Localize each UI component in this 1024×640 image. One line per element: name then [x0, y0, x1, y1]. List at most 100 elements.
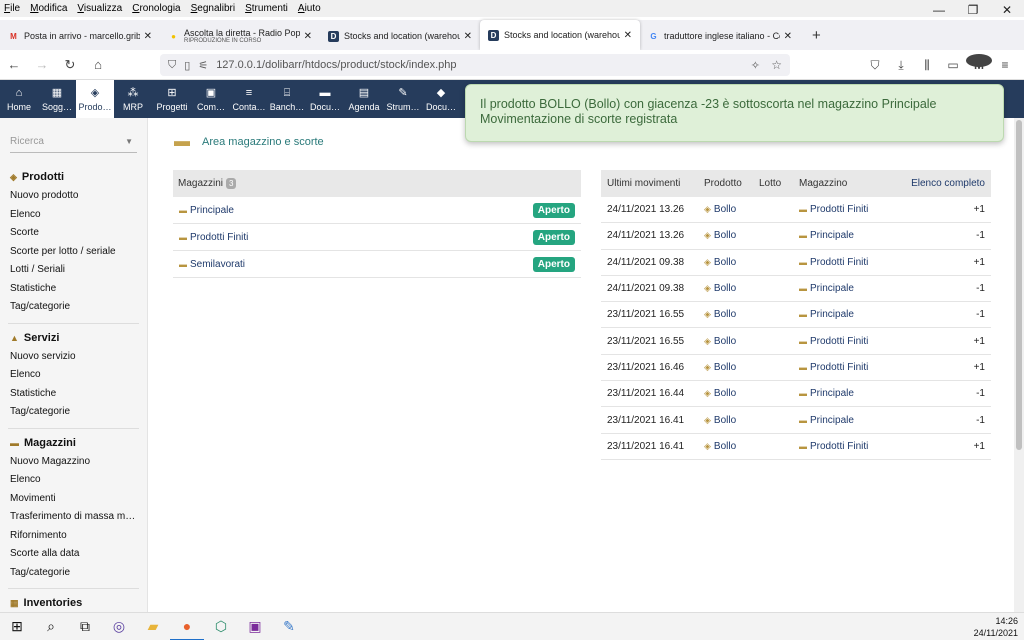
product-link[interactable]: ◈ Bollo	[704, 230, 759, 241]
browser-tab[interactable]: D Stocks and location (warehouse ✕	[320, 22, 480, 50]
new-tab-icon[interactable]: +	[812, 27, 821, 44]
warehouse-link[interactable]: ▬ Prodotti Finiti	[799, 257, 899, 268]
product-link[interactable]: ◈ Bollo	[704, 283, 759, 294]
sidebar-section-inventories[interactable]: ▦ Inventories	[0, 589, 147, 612]
sidebar-item[interactable]: Tag/categorie	[0, 564, 147, 583]
app-icon[interactable]: ◎	[102, 613, 136, 640]
warehouse-link[interactable]: ▬ Prodotti Finiti	[179, 232, 248, 243]
windows-start-icon[interactable]: ⊞	[0, 613, 34, 640]
sidebar-item[interactable]: Nuovo servizio	[0, 348, 147, 367]
product-link[interactable]: ◈ Bollo	[704, 204, 759, 215]
search-icon[interactable]: ⌕	[34, 613, 68, 640]
product-link[interactable]: ◈ Bollo	[704, 441, 759, 452]
task-view-icon[interactable]: ⧉	[68, 613, 102, 640]
warehouse-link[interactable]: ▬ Principale	[179, 205, 234, 216]
sidebar-item[interactable]: Movimenti	[0, 490, 147, 509]
sidebar-item[interactable]: Statistiche	[0, 280, 147, 299]
close-tab-icon[interactable]: ✕	[624, 30, 632, 41]
app-cube-icon[interactable]: ⬡	[204, 613, 238, 640]
sidebar-item[interactable]: Tag/categorie	[0, 403, 147, 422]
warehouse-link[interactable]: ▬ Prodotti Finiti	[799, 336, 899, 347]
menu-visualizza[interactable]: Visualizza	[77, 3, 122, 14]
download-icon[interactable]: ⤓	[888, 54, 914, 76]
menu-aiuto[interactable]: Aiuto	[298, 3, 321, 14]
minimize-icon[interactable]: —	[922, 0, 956, 20]
warehouse-link[interactable]: ▬ Principale	[799, 388, 899, 399]
warehouse-link[interactable]: ▬ Prodotti Finiti	[799, 441, 899, 452]
menu-file[interactable]: File	[4, 3, 20, 14]
browser-tab[interactable]: M Posta in arrivo - marcello.gribau ✕	[0, 22, 160, 50]
close-tab-icon[interactable]: ✕	[784, 31, 792, 42]
forward-icon[interactable]: →	[28, 57, 56, 72]
sidebar-toggle-icon[interactable]: ▭	[940, 54, 966, 76]
library-icon[interactable]: ⫼	[914, 54, 940, 76]
close-window-icon[interactable]: ✕	[990, 0, 1024, 20]
file-explorer-icon[interactable]: ▰	[136, 613, 170, 640]
warehouse-link[interactable]: ▬ Semilavorati	[179, 259, 245, 270]
topmenu-wrench[interactable]: ✎ Strum…	[384, 80, 422, 118]
warehouse-link[interactable]: ▬ Prodotti Finiti	[799, 204, 899, 215]
hamburger-menu-icon[interactable]: ≡	[992, 54, 1018, 76]
save-app-icon[interactable]: ▣	[238, 613, 272, 640]
sidebar-section-servizi[interactable]: ▲ Servizi	[0, 324, 147, 348]
restore-icon[interactable]: ❐	[956, 0, 990, 20]
sidebar-item[interactable]: Elenco	[0, 366, 147, 385]
sidebar-item[interactable]: Lotti / Seriali	[0, 261, 147, 280]
menu-strumenti[interactable]: Strumenti	[245, 3, 288, 14]
product-link[interactable]: ◈ Bollo	[704, 415, 759, 426]
sidebar-item[interactable]: Tag/categorie	[0, 298, 147, 317]
pocket-icon[interactable]: ⛉	[862, 54, 888, 76]
topmenu-sitemap[interactable]: ⊞ Progetti	[152, 80, 192, 118]
product-link[interactable]: ◈ Bollo	[704, 257, 759, 268]
browser-tab[interactable]: Gtraduttore inglese italiano - Cerc ✕	[640, 22, 800, 50]
bookmark-star-icon[interactable]: ☆	[771, 58, 782, 72]
firefox-icon[interactable]: ●	[170, 613, 204, 640]
scrollbar-thumb[interactable]	[1016, 120, 1022, 450]
full-list-link[interactable]: Elenco completo	[899, 178, 991, 189]
topmenu-coins[interactable]: ≡ Conta…	[230, 80, 268, 118]
warehouse-link[interactable]: ▬ Prodotti Finiti	[799, 362, 899, 373]
product-link[interactable]: ◈ Bollo	[704, 362, 759, 373]
close-tab-icon[interactable]: ✕	[144, 31, 152, 42]
close-tab-icon[interactable]: ✕	[304, 31, 312, 42]
topmenu-folder[interactable]: ▬ Docu…	[306, 80, 344, 118]
topmenu-calendar[interactable]: ▤ Agenda	[344, 80, 384, 118]
sidebar-item[interactable]: Trasferimento di massa m…	[0, 508, 147, 527]
sidebar-section-magazzini[interactable]: ▬ Magazzini	[0, 429, 147, 453]
menu-segnalibri[interactable]: Segnalibri	[191, 3, 235, 14]
warehouse-link[interactable]: ▬ Principale	[799, 283, 899, 294]
topmenu-building[interactable]: ▦ Sogg…	[38, 80, 76, 118]
sidebar-item[interactable]: Statistiche	[0, 385, 147, 404]
url-text[interactable]: 127.0.0.1/dolibarr/htdocs/product/stock/…	[216, 59, 456, 71]
warehouse-link[interactable]: ▬ Principale	[799, 415, 899, 426]
sidebar-item[interactable]: Nuovo prodotto	[0, 187, 147, 206]
product-link[interactable]: ◈ Bollo	[704, 336, 759, 347]
browser-tab[interactable]: D Stocks and location (warehouse ✕	[480, 20, 640, 50]
topmenu-cubes[interactable]: ⁂ MRP	[114, 80, 152, 118]
home-icon[interactable]: ⌂	[84, 57, 112, 72]
vertical-scrollbar[interactable]	[1014, 118, 1024, 612]
sidebar-item[interactable]: Scorte alla data	[0, 545, 147, 564]
sidebar-item[interactable]: Rifornimento	[0, 527, 147, 546]
warehouse-link[interactable]: ▬ Principale	[799, 309, 899, 320]
sidebar-item[interactable]: Elenco	[0, 206, 147, 225]
search-select[interactable]: Ricerca ▼	[10, 133, 137, 153]
address-bar[interactable]: ⛉ ▯ ⚟ 127.0.0.1/dolibarr/htdocs/product/…	[160, 54, 790, 76]
topmenu-bank[interactable]: ⌸ Banch…	[268, 80, 306, 118]
sidebar-item[interactable]: Scorte	[0, 224, 147, 243]
sidebar-section-prodotti[interactable]: ◈ Prodotti	[0, 163, 147, 187]
close-tab-icon[interactable]: ✕	[464, 31, 472, 42]
paint-icon[interactable]: ✎	[272, 613, 306, 640]
product-link[interactable]: ◈ Bollo	[704, 388, 759, 399]
back-icon[interactable]: ←	[0, 57, 28, 72]
warehouse-link[interactable]: ▬ Principale	[799, 230, 899, 241]
system-clock[interactable]: 14:26 24/11/2021	[974, 615, 1018, 639]
sidebar-item[interactable]: Elenco	[0, 471, 147, 490]
menu-modifica[interactable]: Modifica	[30, 3, 67, 14]
topmenu-suitcase[interactable]: ▣ Com…	[192, 80, 230, 118]
reload-icon[interactable]: ↻	[56, 57, 84, 73]
menu-cronologia[interactable]: Cronologia	[132, 3, 180, 14]
sidebar-item[interactable]: Scorte per lotto / seriale	[0, 243, 147, 262]
account-avatar[interactable]: M	[966, 54, 992, 76]
notification-toast[interactable]: Il prodotto BOLLO (Bollo) con giacenza -…	[465, 84, 1004, 142]
